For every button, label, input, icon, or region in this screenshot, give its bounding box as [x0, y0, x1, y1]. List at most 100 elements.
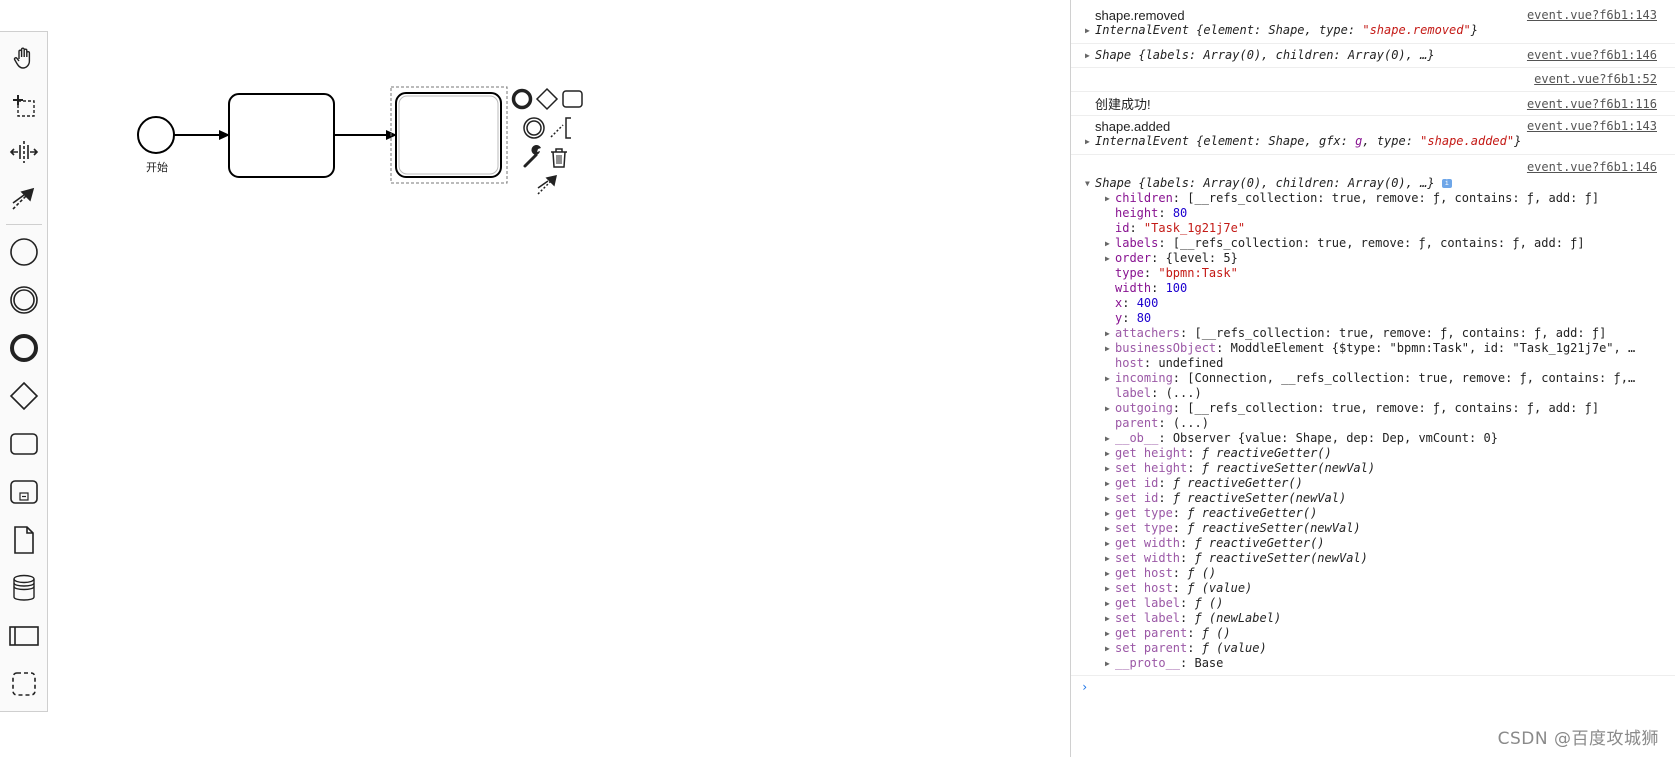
property-key: label	[1115, 386, 1152, 400]
object-property-row[interactable]: ▶ __ob__: Observer {value: Shape, dep: De…	[1071, 431, 1675, 446]
property-value: [__refs_collection: true, remove: ƒ, con…	[1187, 401, 1600, 415]
expand-triangle-icon[interactable]: ▶	[1105, 251, 1115, 266]
expand-triangle-icon[interactable]: ▶	[1105, 236, 1115, 251]
trash-icon[interactable]	[551, 148, 567, 168]
expand-triangle-icon[interactable]: ▶	[1085, 23, 1095, 38]
property-number: 80	[1172, 206, 1188, 220]
object-property-row[interactable]: ▶ children: [__refs_collection: true, rem…	[1071, 191, 1675, 206]
source-link[interactable]: event.vue?f6b1:143	[1527, 8, 1657, 23]
object-property-row[interactable]: ▶ set type: ƒ reactiveSetter(newVal)	[1071, 521, 1675, 536]
expand-triangle-icon[interactable]: ▶	[1085, 48, 1095, 63]
expand-triangle-icon[interactable]: ▶	[1105, 431, 1115, 446]
object-property-row[interactable]: ▶ get type: ƒ reactiveGetter()	[1071, 506, 1675, 521]
property-value: ƒ ()	[1194, 596, 1224, 610]
object-property-row[interactable]: ▶ incoming: [Connection, __refs_collectio…	[1071, 371, 1675, 386]
object-property-row[interactable]: ▶ set host: ƒ (value)	[1071, 581, 1675, 596]
object-property-row[interactable]: ▶ get height: ƒ reactiveGetter()	[1071, 446, 1675, 461]
bpmn-canvas[interactable]: 开始	[0, 0, 1070, 757]
expand-triangle-icon[interactable]: ▶	[1105, 521, 1115, 536]
console-log-text: 创建成功! event.vue?f6b1:116	[1071, 97, 1675, 112]
object-property-row: y: 80	[1115, 311, 1152, 325]
console-prompt[interactable]: ›	[1071, 676, 1675, 698]
expandable-object[interactable]: ▶ InternalEvent {element: Shape, type: "s…	[1071, 23, 1675, 38]
property-key: incoming	[1115, 371, 1173, 385]
property-value: [Connection, __refs_collection: true, re…	[1187, 371, 1636, 385]
object-property-row[interactable]: ▶ attachers: [__refs_collection: true, re…	[1071, 326, 1675, 341]
watermark: CSDN @百度攻城狮	[1497, 729, 1659, 749]
expandable-object[interactable]: ▶ Shape {labels: Array(0), children: Arra…	[1071, 48, 1675, 63]
object-type: Shape	[1095, 48, 1132, 62]
task-2-selected[interactable]	[395, 92, 502, 178]
start-event[interactable]	[137, 116, 175, 154]
object-property-row[interactable]: ▶ get width: ƒ reactiveGetter()	[1071, 536, 1675, 551]
object-property-row[interactable]: ▶ set height: ƒ reactiveSetter(newVal)	[1071, 461, 1675, 476]
property-key: host	[1115, 356, 1144, 370]
object-property-row[interactable]: ▶ get id: ƒ reactiveGetter()	[1071, 476, 1675, 491]
task-1[interactable]	[228, 93, 335, 178]
end-event-icon[interactable]	[511, 88, 533, 110]
object-property-row[interactable]: ▶ __proto__: Base	[1071, 656, 1675, 671]
object-property-row[interactable]: ▶ get label: ƒ ()	[1071, 596, 1675, 611]
property-value: ƒ reactiveSetter(newVal)	[1201, 461, 1376, 475]
expand-triangle-icon[interactable]: ▶	[1085, 134, 1095, 149]
expand-triangle-icon[interactable]: ▶	[1105, 506, 1115, 521]
object-property-row[interactable]: ▶ set id: ƒ reactiveSetter(newVal)	[1071, 491, 1675, 506]
console-message: ▶ Shape {labels: Array(0), children: Arra…	[1071, 44, 1675, 68]
property-value: ƒ reactiveGetter()	[1194, 536, 1325, 550]
expand-triangle-icon[interactable]: ▶	[1105, 326, 1115, 341]
expand-triangle-icon[interactable]: ▶	[1105, 626, 1115, 641]
gateway-icon[interactable]	[535, 87, 559, 111]
intermediate-event-icon[interactable]	[523, 117, 545, 139]
wrench-icon[interactable]	[523, 145, 541, 168]
connect-icon[interactable]	[537, 175, 557, 195]
expand-triangle-icon[interactable]: ▶	[1105, 641, 1115, 656]
property-value: ƒ reactiveGetter()	[1187, 506, 1318, 520]
expand-triangle-icon[interactable]: ▶	[1105, 566, 1115, 581]
object-property-row[interactable]: ▶ labels: [__refs_collection: true, remov…	[1071, 236, 1675, 251]
text-annotation-icon[interactable]	[550, 117, 571, 139]
expand-triangle-icon[interactable]: ▶	[1105, 551, 1115, 566]
task-icon[interactable]	[562, 90, 583, 108]
expand-triangle-icon[interactable]: ▶	[1105, 536, 1115, 551]
source-link[interactable]: event.vue?f6b1:52	[1534, 72, 1657, 87]
expand-triangle-icon[interactable]: ▶	[1105, 581, 1115, 596]
object-key: element	[1203, 134, 1254, 148]
source-link[interactable]: event.vue?f6b1:143	[1527, 119, 1657, 134]
expand-triangle-icon[interactable]: ▶	[1105, 461, 1115, 476]
object-property-row[interactable]: ▶ order: {level: 5}	[1071, 251, 1675, 266]
expand-triangle-icon[interactable]: ▶	[1105, 341, 1115, 356]
object-property-row[interactable]: ▶ outgoing: [__refs_collection: true, rem…	[1071, 401, 1675, 416]
punct: {	[1188, 134, 1204, 148]
expand-triangle-icon[interactable]: ▶	[1105, 611, 1115, 626]
property-value: {level: 5}	[1165, 251, 1238, 265]
object-property-row[interactable]: ▶ get parent: ƒ ()	[1071, 626, 1675, 641]
source-link[interactable]: event.vue?f6b1:146	[1527, 160, 1657, 175]
collapse-triangle-icon[interactable]: ▼	[1085, 176, 1095, 191]
context-pad	[511, 87, 583, 195]
object-property-row[interactable]: ▶ set width: ƒ reactiveSetter(newVal)	[1071, 551, 1675, 566]
punct: }	[1514, 134, 1522, 148]
expanded-object[interactable]: ▼ Shape {labels: Array(0), children: Arra…	[1071, 176, 1675, 191]
source-link[interactable]: event.vue?f6b1:146	[1527, 48, 1657, 63]
expand-triangle-icon[interactable]: ▶	[1105, 491, 1115, 506]
prompt-caret: ›	[1081, 680, 1089, 694]
object-property-row[interactable]: ▶ set label: ƒ (newLabel)	[1071, 611, 1675, 626]
object-property-row[interactable]: ▶ set parent: ƒ (value)	[1071, 641, 1675, 656]
object-property-row[interactable]: ▶ get host: ƒ ()	[1071, 566, 1675, 581]
log-text: 创建成功!	[1095, 97, 1151, 112]
expand-triangle-icon[interactable]: ▶	[1105, 371, 1115, 386]
expand-triangle-icon[interactable]: ▶	[1105, 656, 1115, 671]
expand-triangle-icon[interactable]: ▶	[1105, 446, 1115, 461]
source-link[interactable]: event.vue?f6b1:116	[1527, 97, 1657, 112]
expand-triangle-icon[interactable]: ▶	[1105, 596, 1115, 611]
console-message: event.vue?f6b1:146 ▼ Shape {labels: Array…	[1071, 155, 1675, 676]
expand-triangle-icon[interactable]: ▶	[1105, 401, 1115, 416]
expandable-object[interactable]: ▶ InternalEvent {element: Shape, gfx: g, …	[1071, 134, 1675, 149]
object-type: Shape	[1095, 176, 1132, 190]
property-number: 100	[1165, 281, 1188, 295]
object-property-row[interactable]: ▶ businessObject: ModdleElement {$type: "…	[1071, 341, 1675, 356]
object-type: InternalEvent	[1095, 23, 1189, 37]
expand-triangle-icon[interactable]: ▶	[1105, 476, 1115, 491]
expand-triangle-icon[interactable]: ▶	[1105, 191, 1115, 206]
object-property-row: type: "bpmn:Task"	[1115, 266, 1238, 280]
